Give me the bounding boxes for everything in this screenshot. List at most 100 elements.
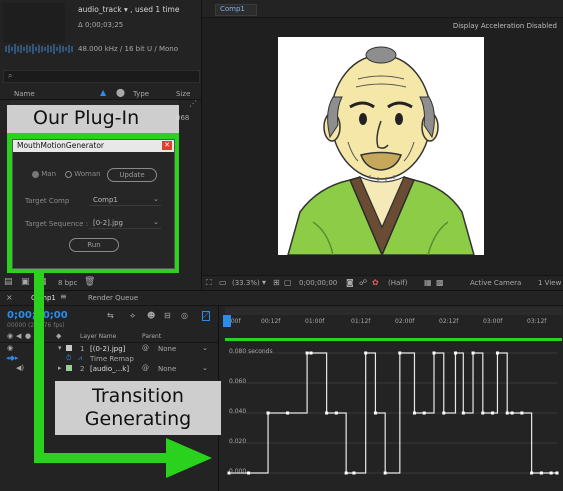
new-folder-icon[interactable]: ▣	[21, 277, 30, 287]
keyframe-point[interactable]	[510, 411, 514, 415]
keyframe-point[interactable]	[461, 411, 465, 415]
interpret-icon[interactable]: ▤	[4, 277, 13, 287]
graph-toggle-icon[interactable]: ⩘	[78, 354, 82, 363]
parent-pickwhip-icon[interactable]: @	[142, 344, 149, 352]
keyframe-point[interactable]	[555, 471, 559, 475]
layer-parent[interactable]: None	[158, 365, 176, 373]
tab-render-queue[interactable]: Render Queue	[88, 294, 138, 302]
twirl-icon[interactable]: ▾	[58, 344, 62, 352]
grid-icon[interactable]: ⊞	[273, 278, 280, 287]
column-parent[interactable]: Parent	[142, 333, 161, 340]
graph-editor[interactable]: 0.080 seconds 0.060 0.040 0.020 0.000	[219, 345, 563, 491]
keyframe-point[interactable]	[305, 351, 309, 355]
parent-pickwhip-icon[interactable]: @	[142, 364, 149, 372]
always-preview-icon[interactable]: ⛶	[206, 278, 212, 288]
keyframe-point[interactable]	[286, 411, 290, 415]
column-type[interactable]: Type	[133, 90, 149, 98]
layer-row[interactable]: ◉ ▾ 1 [(0-2).jpg] @ None ⌄	[0, 344, 218, 354]
keyframe-point[interactable]	[505, 411, 509, 415]
visibility-icon[interactable]: ◉	[7, 344, 13, 352]
update-button[interactable]: Update	[107, 168, 157, 182]
bpc-label[interactable]: 8 bpc	[58, 279, 77, 287]
keyframe-point[interactable]	[491, 411, 495, 415]
gender-radio-man[interactable]: Man	[32, 170, 56, 178]
trash-icon[interactable]: 🗑	[84, 277, 95, 287]
chevron-down-icon[interactable]: ⌄	[202, 344, 208, 352]
keyframe-point[interactable]	[373, 411, 377, 415]
current-time-display[interactable]: 0;00;00;00	[299, 279, 337, 287]
keyframe-point[interactable]	[471, 351, 475, 355]
snapshot-icon[interactable]: ◙	[346, 278, 354, 287]
keyframe-point[interactable]	[383, 471, 387, 475]
keyframe-point[interactable]	[364, 351, 368, 355]
transparency-icon[interactable]: ▩	[436, 278, 444, 287]
project-search-field[interactable]: ⌕	[3, 70, 200, 83]
resolution-dropdown[interactable]: (Half)	[388, 279, 407, 287]
zoom-dropdown[interactable]: (33.3%)	[232, 279, 260, 287]
keyframe-point[interactable]	[325, 411, 329, 415]
show-snapshot-icon[interactable]: ☍	[359, 278, 367, 287]
target-seq-select[interactable]: [0-2].jpg ⌄	[89, 217, 161, 229]
run-button[interactable]: Run	[69, 238, 119, 252]
keyframe-point[interactable]	[481, 411, 485, 415]
shy-icon[interactable]: ☻	[147, 311, 155, 320]
close-tab-icon[interactable]: ×	[6, 293, 13, 302]
time-ruler[interactable]: 0:00f 00:12f 01:00f 01:12f 02:00f 02:12f…	[219, 306, 563, 344]
comp-flowchart-icon[interactable]: ⇆	[107, 311, 114, 320]
keyframe-point[interactable]	[266, 411, 270, 415]
camera-dropdown[interactable]: Active Camera	[470, 279, 521, 287]
keyframe-point[interactable]	[412, 411, 416, 415]
draft-3d-icon[interactable]: ⟡	[130, 311, 135, 321]
frame-blend-icon[interactable]: ⊟	[164, 311, 171, 320]
keyframe-point[interactable]	[334, 411, 338, 415]
keyframe-point[interactable]	[309, 351, 313, 355]
keyframe-point[interactable]	[453, 351, 457, 355]
color-channel-icon[interactable]: ✿	[372, 278, 379, 287]
monitor-icon[interactable]: ▭	[219, 278, 227, 287]
roi-icon[interactable]: ▦	[424, 278, 432, 287]
playhead-marker[interactable]	[223, 315, 231, 327]
guides-icon[interactable]: ▢	[284, 278, 292, 287]
keyframe-point[interactable]	[549, 471, 553, 475]
views-dropdown[interactable]: 1 View	[538, 279, 561, 287]
column-name[interactable]: Name	[14, 90, 35, 98]
keyframe-point[interactable]	[352, 471, 356, 475]
target-comp-select[interactable]: Comp1 ⌄	[89, 194, 161, 206]
chevron-down-icon[interactable]: ⌄	[202, 364, 208, 372]
motion-blur-icon[interactable]: ◎	[181, 311, 188, 320]
search-input[interactable]	[20, 71, 190, 81]
layer-name[interactable]: [(0-2).jpg]	[90, 345, 125, 353]
keyframe-point[interactable]	[422, 411, 426, 415]
menu-icon[interactable]: ≡	[60, 292, 67, 301]
keyframe-point[interactable]	[530, 471, 534, 475]
keyframe-point[interactable]	[495, 351, 499, 355]
project-item-name: audio_track ▾ , used 1 time	[78, 5, 179, 14]
keyframe-nav-icon[interactable]: ◂◆▸	[6, 354, 18, 362]
layer-parent[interactable]: None	[158, 345, 176, 353]
close-icon[interactable]: ✕	[162, 141, 172, 150]
column-size[interactable]: Size	[176, 90, 190, 98]
keyframe-point[interactable]	[398, 351, 402, 355]
layer-row[interactable]: ◀) ▸ 2 [audio_...k] @ None ⌄	[0, 364, 218, 374]
twirl-icon[interactable]: ▸	[58, 364, 62, 372]
ruler-tick-label: 03:00f	[483, 318, 503, 325]
keyframe-point[interactable]	[520, 411, 524, 415]
zoom-chevron-icon[interactable]: ▾	[262, 278, 266, 287]
layer-row-property[interactable]: ◂◆▸ ⏱ ⩘ Time Remap	[0, 354, 218, 364]
keyframe-point[interactable]	[432, 351, 436, 355]
keyframe-point[interactable]	[442, 411, 446, 415]
column-layer-name[interactable]: Layer Name	[80, 333, 116, 340]
property-name[interactable]: Time Remap	[90, 355, 134, 363]
keyframe-point[interactable]	[247, 471, 251, 475]
stopwatch-icon[interactable]: ⏱	[66, 354, 71, 363]
keyframe-point[interactable]	[344, 471, 348, 475]
solo-icon: ●	[25, 332, 32, 340]
work-area-bar[interactable]	[225, 307, 562, 315]
layer-name[interactable]: [audio_...k]	[90, 365, 129, 373]
tab-comp1[interactable]: Comp1	[215, 4, 257, 16]
gender-radio-woman[interactable]: Woman	[65, 170, 101, 178]
keyframe-point[interactable]	[539, 471, 543, 475]
audio-toggle-icon[interactable]: ◀)	[16, 364, 24, 372]
graph-editor-icon[interactable]: ⟋	[202, 311, 211, 321]
item-dropdown-icon[interactable]: ▾	[124, 5, 128, 14]
